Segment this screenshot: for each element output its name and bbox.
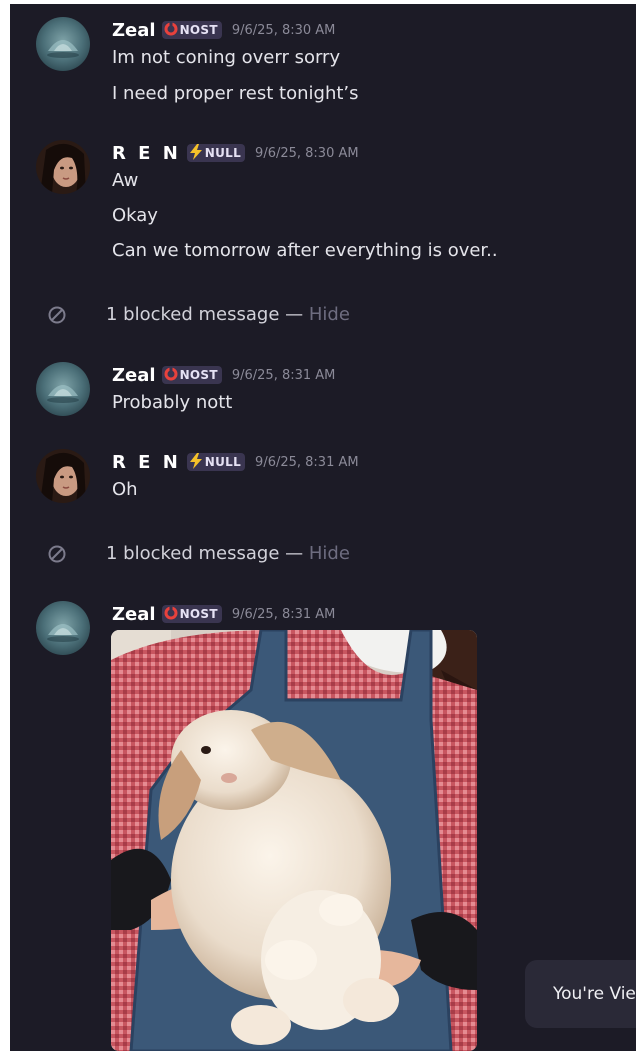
hide-link[interactable]: Hide [309,543,350,564]
message-text: Im not coning overr sorry [112,47,341,68]
message-header: Zeal NOST 9/6/25, 8:30 AM [112,19,335,41]
avatar-ren[interactable] [36,449,90,503]
tag-label: NOST [179,368,218,382]
timestamp: 9/6/25, 8:30 AM [255,145,359,161]
lightning-icon [189,143,203,163]
message-text: Okay [112,205,158,226]
blocked-message-row: 1 blocked message — Hide [10,538,636,568]
timestamp: 9/6/25, 8:30 AM [231,22,336,38]
username[interactable]: R E N [112,452,181,473]
message-text: Aw [112,170,139,191]
tag-label: NOST [179,23,218,37]
message-text: Can we tomorrow after everything is over… [112,240,498,261]
red-ring-icon [164,605,178,623]
blocked-message-row: 1 blocked message — Hide [10,299,636,329]
lightning-icon [189,452,203,472]
timestamp: 9/6/25, 8:31 AM [255,454,359,470]
red-ring-icon [164,21,178,39]
timestamp: 9/6/25, 8:31 AM [231,367,336,383]
message-header: Zeal NOST 9/6/25, 8:31 AM [112,364,335,386]
blocked-count-text: 1 blocked message — [106,303,304,325]
viewing-toast[interactable]: You're Vie [525,960,636,1028]
message-text: Oh [112,479,138,500]
blocked-count-text: 1 blocked message — [106,542,304,564]
clan-tag[interactable]: NOST [161,366,222,384]
chat-screen: Zeal NOST 9/6/25, 8:30 AM Im not coning … [10,4,636,1051]
blocked-message-label: 1 blocked message — Hide [106,543,350,564]
message-text: I need proper rest tonight’s [112,83,359,104]
blocked-circle-icon [47,305,67,329]
clan-tag[interactable]: NULL [186,143,246,163]
blocked-circle-icon [47,544,67,568]
message-header: Zeal NOST 9/6/25, 8:31 AM [112,603,335,625]
username[interactable]: Zeal [112,604,156,625]
clan-tag[interactable]: NOST [161,605,222,623]
timestamp: 9/6/25, 8:31 AM [231,606,336,622]
tag-label: NOST [179,607,218,621]
blocked-message-label: 1 blocked message — Hide [106,304,350,325]
avatar-zeal[interactable] [36,362,90,416]
avatar-zeal[interactable] [36,17,90,71]
message-header: R E N NULL 9/6/25, 8:31 AM [112,451,359,473]
tag-label: NULL [204,455,242,469]
tag-label: NULL [204,146,242,160]
avatar-ren[interactable] [36,140,90,194]
image-attachment[interactable] [111,630,477,1051]
red-ring-icon [164,366,178,384]
hide-link[interactable]: Hide [309,304,350,325]
clan-tag[interactable]: NOST [161,21,222,39]
message-text: Probably nott [112,392,233,413]
toast-text: You're Vie [553,984,636,1004]
message-header: R E N NULL 9/6/25, 8:30 AM [112,142,359,164]
clan-tag[interactable]: NULL [186,452,246,472]
username[interactable]: Zeal [112,365,156,386]
username[interactable]: Zeal [112,20,156,41]
avatar-zeal[interactable] [36,601,90,655]
username[interactable]: R E N [112,143,181,164]
